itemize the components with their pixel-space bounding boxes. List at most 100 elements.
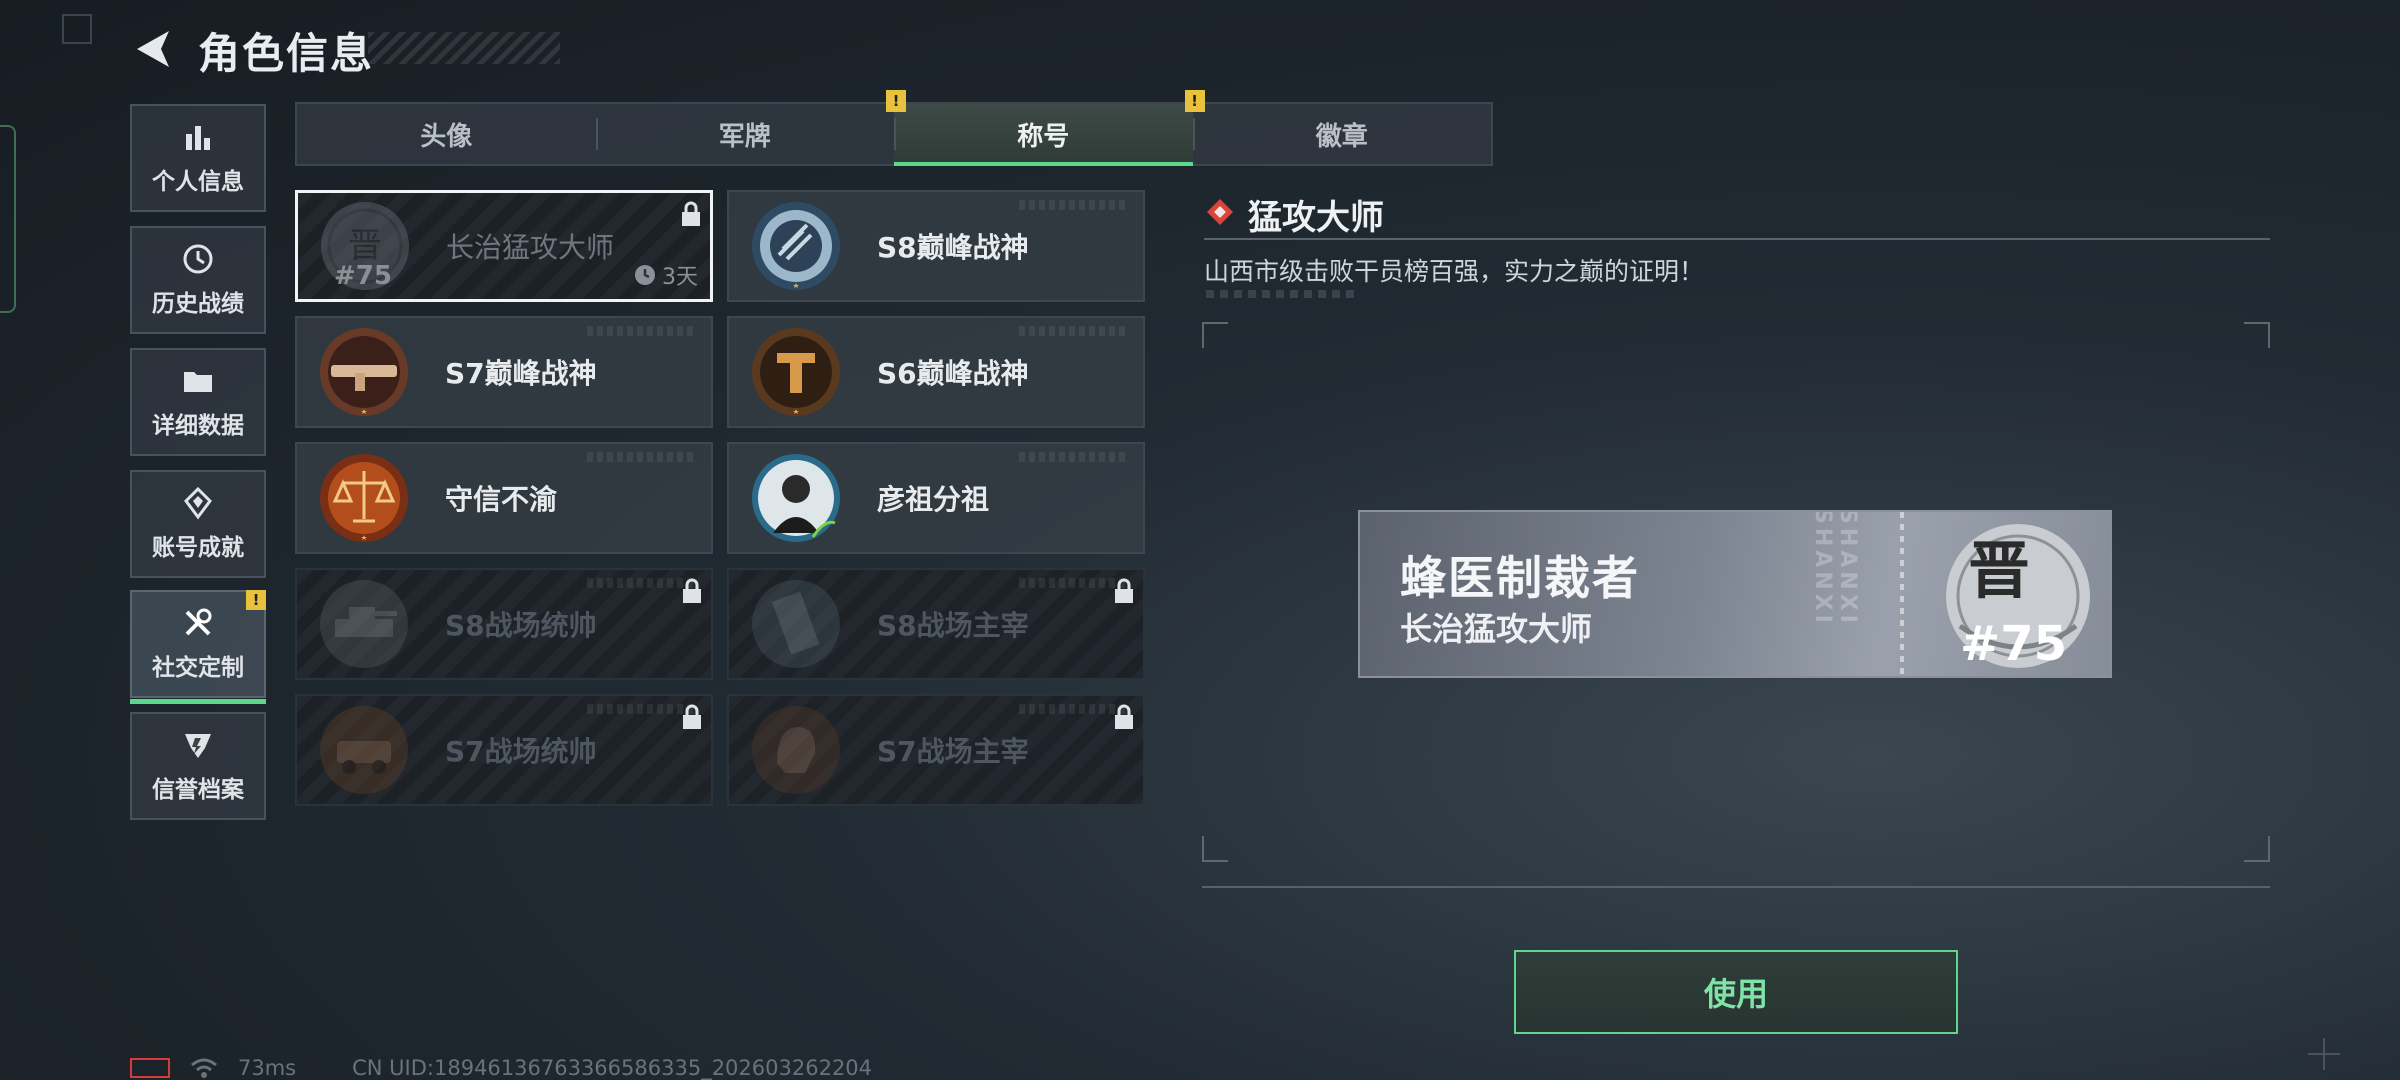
nav-label: 历史战绩 <box>152 291 244 317</box>
title-name: S7战场统帅 <box>445 735 597 768</box>
title-card[interactable]: 守信不渝 <box>295 442 713 554</box>
vehicle-emblem <box>320 706 408 794</box>
nav-item-personal-info[interactable]: 个人信息 <box>130 104 266 212</box>
tab-label: 头像 <box>420 121 473 152</box>
status-bar: 73ms CN UID:189461367633665863​35_202603… <box>130 1056 872 1080</box>
frame-corner <box>2244 322 2270 348</box>
tab-title[interactable]: 称号! <box>894 90 1205 166</box>
title-card[interactable]: 晋 #75 长治猛攻大师 3天 <box>295 190 713 302</box>
side-edge-handle[interactable] <box>0 125 16 313</box>
shield-icon <box>185 734 211 758</box>
title-name: S8战场主宰 <box>877 609 1029 642</box>
divider <box>1202 886 2270 888</box>
diamond-marker-icon <box>1207 199 1233 225</box>
preview-title-text: 长治猛攻大师 <box>1400 610 1593 648</box>
nav-item-detailed-data[interactable]: 详细数据 <box>130 348 266 456</box>
tab-avatar[interactable]: 头像 <box>297 104 596 164</box>
frame-corner <box>1202 322 1228 348</box>
nav-label: 账号成就 <box>152 535 244 561</box>
use-button-label: 使用 <box>1703 975 1768 1013</box>
card-decoration <box>1019 200 1129 210</box>
divider <box>1204 238 2270 240</box>
expiry-timer: 3天 <box>634 259 698 291</box>
history-clock-icon <box>183 244 213 274</box>
nav-item-reputation[interactable]: 信誉档案 <box>130 712 266 820</box>
preview-vertical-text: SHANXI SHANXI <box>1810 510 1860 627</box>
nav-label: 信誉档案 <box>152 777 244 803</box>
title-card[interactable]: S6巅峰战神 <box>727 316 1145 428</box>
card-decoration <box>587 452 697 462</box>
clock-icon <box>635 265 655 285</box>
card-decoration <box>587 326 697 336</box>
tank-emblem <box>320 580 408 668</box>
title-name: 彦祖分祖 <box>877 483 990 516</box>
nav-label: 社交定制 <box>152 655 244 681</box>
tab-bar: 头像 军牌! 称号! 徽章 <box>295 90 1493 166</box>
nav-item-social-custom[interactable]: 社交定制 ! <box>130 590 266 704</box>
crosshair-icon <box>2308 1038 2340 1070</box>
title-name: S7巅峰战神 <box>445 357 597 390</box>
building-emblem <box>752 580 840 668</box>
title-card[interactable]: S8巅峰战神 <box>727 190 1145 302</box>
back-arrow-icon <box>137 31 169 67</box>
lock-icon <box>683 704 701 729</box>
svg-text:晋: 晋 <box>348 226 382 266</box>
title-card[interactable]: S8战场主宰 <box>727 568 1145 680</box>
timer-text: 3天 <box>662 265 698 290</box>
ping-text: 73ms <box>238 1056 297 1080</box>
title-card[interactable]: 彦祖分祖 <box>727 442 1145 554</box>
lock-icon <box>683 578 701 603</box>
emblem-char: 晋 <box>1968 534 2031 607</box>
title-card[interactable]: S7战场统帅 <box>295 694 713 806</box>
tab-label: 徽章 <box>1315 121 1368 152</box>
title-name: 长治猛攻大师 <box>446 231 615 264</box>
title-name: S7战场主宰 <box>877 735 1029 768</box>
achievement-icon <box>184 486 212 520</box>
tab-label: 军牌 <box>718 121 771 152</box>
wifi-icon <box>191 1058 217 1078</box>
tab-label: 称号 <box>1017 121 1070 152</box>
title-name: 守信不渝 <box>445 483 558 516</box>
perforation-line <box>1900 512 1904 676</box>
helmet-emblem <box>752 706 840 794</box>
nav-label: 详细数据 <box>152 413 244 439</box>
emblem-number: #75 <box>334 261 392 291</box>
title-preview-card: 蜂医制裁者 长治猛攻大师 SHANXI SHANXI 晋 #75 <box>1358 510 2112 678</box>
title-name: S8巅峰战神 <box>877 231 1029 264</box>
back-button[interactable] <box>128 22 178 76</box>
title-name: S6巅峰战神 <box>877 357 1029 390</box>
notification-badge: ! <box>1184 90 1205 112</box>
frame-corner <box>2244 836 2270 862</box>
preview-player-name: 蜂医制裁者 <box>1400 551 1640 605</box>
s6-peak-emblem <box>752 328 840 416</box>
nav-item-achievements[interactable]: 账号成就 <box>130 470 266 578</box>
lock-icon <box>1115 704 1133 729</box>
battery-low-icon <box>130 1058 170 1078</box>
detail-title: 猛攻大师 <box>1248 198 1384 238</box>
detail-description: 山西市级击败干员榜百强，实力之巅的证明！ <box>1204 257 1705 286</box>
page-title: 角色信息 <box>198 29 375 78</box>
lock-icon <box>1115 578 1133 603</box>
title-card[interactable]: S8战场统帅 <box>295 568 713 680</box>
portrait-emblem <box>752 454 840 542</box>
lock-icon <box>682 201 700 226</box>
title-name: S8战场统帅 <box>445 609 597 642</box>
title-decoration <box>368 32 560 64</box>
nav-label: 个人信息 <box>152 169 244 195</box>
tab-dogtag[interactable]: 军牌! <box>595 90 906 164</box>
nav-item-history[interactable]: 历史战绩 <box>130 226 266 334</box>
tools-icon <box>185 608 212 636</box>
folder-icon <box>184 372 212 392</box>
s8-peak-emblem <box>752 202 840 290</box>
title-card[interactable]: S7巅峰战神 <box>295 316 713 428</box>
frame-corner <box>1202 836 1228 862</box>
card-decoration <box>1019 452 1129 462</box>
bar-chart-icon <box>186 126 210 150</box>
corner-square <box>62 14 92 44</box>
detail-decoration <box>1206 290 1354 298</box>
uid-text: CN UID:189461367633665863​35_20260326220… <box>352 1056 873 1080</box>
title-card[interactable]: S7战场主宰 <box>727 694 1145 806</box>
use-button[interactable]: 使用 <box>1514 950 1958 1034</box>
notification-badge: ! <box>246 590 266 610</box>
tab-badge[interactable]: 徽章 <box>1192 104 1492 164</box>
